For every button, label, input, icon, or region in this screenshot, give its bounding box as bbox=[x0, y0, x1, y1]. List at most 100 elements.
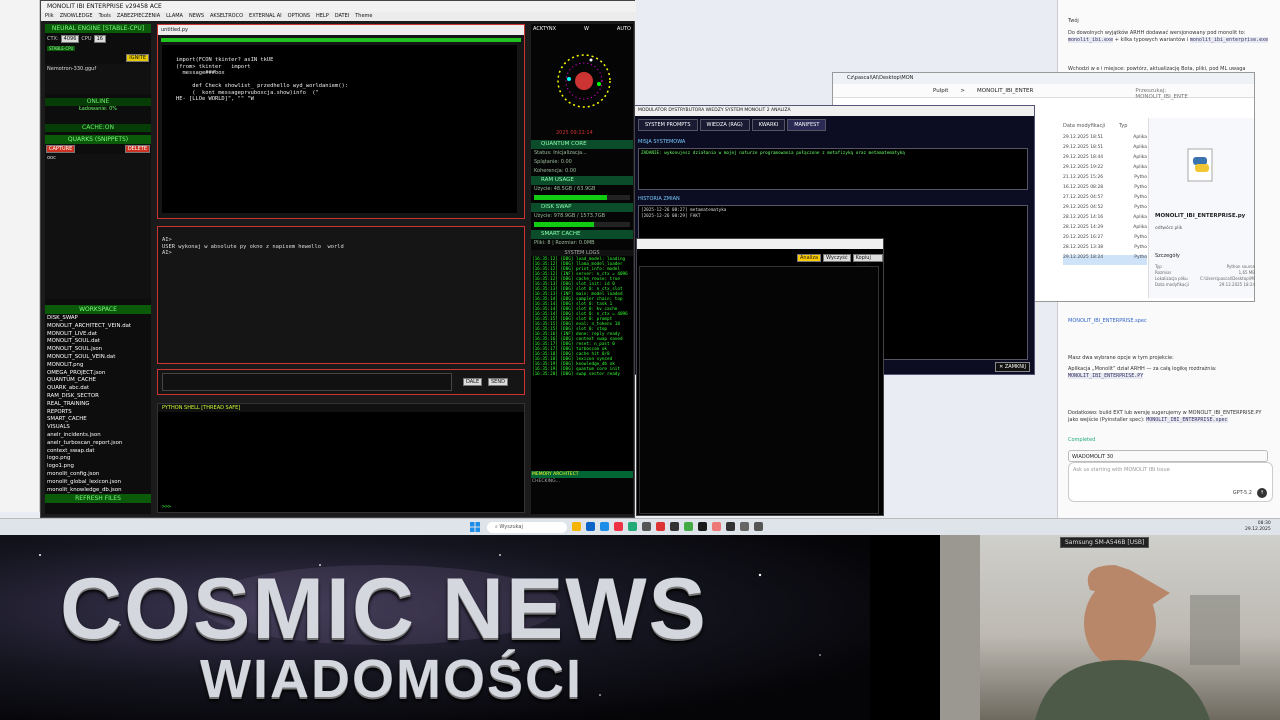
auto-toggle[interactable]: AUTO bbox=[617, 26, 631, 32]
workspace-file[interactable]: VISUALS bbox=[47, 424, 149, 432]
model-name[interactable]: Nemotron-330.gguf bbox=[45, 64, 151, 94]
file-row[interactable]: 20.12.2025 16:27 Pytho bbox=[1063, 235, 1147, 245]
tree-item[interactable] bbox=[0, 243, 39, 252]
tree-item[interactable] bbox=[0, 0, 39, 9]
workspace-file[interactable]: QUANTUM_CACHE bbox=[47, 377, 149, 385]
gpu-layers-input[interactable]: 16 bbox=[93, 35, 106, 43]
taskbar-app-icon[interactable] bbox=[586, 522, 595, 531]
taskbar-app-icon[interactable] bbox=[726, 522, 735, 531]
send-button[interactable]: SEND bbox=[488, 378, 508, 386]
send-arrow-icon[interactable]: ↑ bbox=[1257, 488, 1267, 498]
system-log[interactable]: [16:35:12] [DBG] load_model: loading [16… bbox=[531, 256, 633, 471]
workspace-file[interactable]: anelr_turboscan_report.json bbox=[47, 440, 149, 448]
workspace-file[interactable]: MONOLIT_SOUL.dat bbox=[47, 338, 149, 346]
tree-item[interactable] bbox=[0, 319, 39, 328]
tree-item[interactable] bbox=[0, 8, 39, 17]
tree-item[interactable] bbox=[0, 151, 39, 160]
tree-item[interactable] bbox=[0, 327, 39, 336]
tree-item[interactable] bbox=[0, 369, 39, 378]
dale-button[interactable]: DALE bbox=[463, 378, 483, 386]
tree-item[interactable] bbox=[0, 159, 39, 168]
file-row[interactable]: 29.12.2025 19:22 Aplika bbox=[1063, 165, 1147, 175]
tab-3[interactable]: MANIFEST bbox=[787, 119, 827, 131]
taskbar-app-icon[interactable] bbox=[712, 522, 721, 531]
w-field[interactable]: W bbox=[584, 26, 589, 32]
workspace-file[interactable]: context_swap.dat bbox=[47, 448, 149, 456]
workspace-file[interactable]: SMART_CACHE bbox=[47, 416, 149, 424]
taskbar-app-icon[interactable] bbox=[684, 522, 693, 531]
tree-item[interactable] bbox=[0, 386, 39, 395]
tree-item[interactable] bbox=[0, 25, 39, 34]
workspace-file[interactable]: logo.png bbox=[47, 455, 149, 463]
breadcrumb-desktop[interactable]: Pulpit bbox=[933, 88, 948, 94]
workspace-file[interactable]: MONOLIT.png bbox=[47, 362, 149, 370]
file-row[interactable]: 29.12.2025 04:52 Pytho bbox=[1063, 205, 1147, 215]
tree-item[interactable] bbox=[0, 302, 39, 311]
workspace-file[interactable]: OMEGA_PROJECT.json bbox=[47, 370, 149, 378]
tree-item[interactable] bbox=[0, 310, 39, 319]
taskbar-app-icon[interactable] bbox=[740, 522, 749, 531]
tree-item[interactable] bbox=[0, 185, 39, 193]
tree-item[interactable] bbox=[0, 218, 39, 227]
file-row[interactable]: 27.12.2025 04:57 Pytho bbox=[1063, 195, 1147, 205]
menu-item[interactable]: AKSELTROCO bbox=[210, 13, 243, 20]
menu-item[interactable]: ZABEZPIECZENIA bbox=[117, 13, 160, 20]
start-windows-icon[interactable] bbox=[470, 522, 480, 532]
taskbar-app-icon[interactable] bbox=[600, 522, 609, 531]
model-selector[interactable]: GPT-5.2 bbox=[1233, 490, 1252, 496]
tree-item[interactable] bbox=[0, 176, 39, 185]
workspace-file[interactable]: MONOLIT_LIVE.dat bbox=[47, 331, 149, 339]
tab-0[interactable]: SYSTEM PROMPTS bbox=[638, 119, 698, 131]
tree-item[interactable] bbox=[0, 67, 39, 76]
workspace-file[interactable]: MONOLIT_SOUL.json bbox=[47, 346, 149, 354]
file-row[interactable]: 28.12.2025 14:29 Aplika bbox=[1063, 225, 1147, 235]
tree-item[interactable] bbox=[0, 101, 39, 110]
tree-item[interactable] bbox=[0, 361, 39, 370]
workspace-file[interactable]: monolit_knowledge_db.json bbox=[47, 487, 149, 494]
tree-item[interactable] bbox=[0, 59, 39, 68]
tree-item[interactable] bbox=[0, 252, 39, 261]
close-button[interactable]: ✕ ZAMKNIJ bbox=[995, 362, 1030, 372]
editor-tab[interactable]: untitled.py bbox=[158, 25, 524, 35]
tree-item[interactable] bbox=[0, 478, 39, 487]
tree-item[interactable] bbox=[0, 193, 39, 202]
tree-item[interactable] bbox=[0, 126, 39, 135]
taskbar-app-icon[interactable] bbox=[614, 522, 623, 531]
menu-item[interactable]: LLAMA bbox=[166, 13, 183, 20]
tree-item[interactable] bbox=[0, 17, 39, 26]
tree-item[interactable] bbox=[0, 42, 39, 51]
tree-item[interactable] bbox=[0, 143, 39, 152]
tree-item[interactable] bbox=[0, 411, 39, 420]
tree-item[interactable] bbox=[0, 117, 39, 126]
tree-item[interactable] bbox=[0, 495, 39, 504]
workspace-file[interactable]: monolit_config.json bbox=[47, 471, 149, 479]
file-row[interactable]: 29.12.2025 18:51 Aplika bbox=[1063, 135, 1147, 145]
analysis-output[interactable] bbox=[639, 266, 879, 514]
taskbar-app-icon[interactable] bbox=[698, 522, 707, 531]
file-row[interactable]: 28.12.2025 13:38 Pytho bbox=[1063, 245, 1147, 255]
tree-item[interactable] bbox=[0, 210, 39, 219]
delete-button[interactable]: DELETE bbox=[124, 145, 150, 153]
col-date-header[interactable]: Data modyfikacji bbox=[1063, 123, 1105, 129]
chat-attachment[interactable]: WIADOMOLIT 30 bbox=[1068, 450, 1268, 462]
ignite-button[interactable]: IGNITE bbox=[126, 54, 149, 62]
activex-toggle[interactable]: ACKTYNX bbox=[533, 26, 556, 32]
tree-item[interactable] bbox=[0, 92, 39, 101]
file-row[interactable]: 28.12.2025 14:16 Aplika bbox=[1063, 215, 1147, 225]
tree-item[interactable] bbox=[0, 134, 39, 143]
workspace-file[interactable]: REAL_TRAINING bbox=[47, 401, 149, 409]
tree-item[interactable] bbox=[0, 84, 39, 93]
file-row[interactable]: 29.12.2025 18:24 Pytho bbox=[1063, 255, 1147, 265]
workspace-file[interactable]: MONOLIT_ARCHITECT_VEIN.dat bbox=[47, 323, 149, 331]
ctx-input[interactable]: 4096 bbox=[60, 35, 80, 43]
copy-report-button[interactable]: Kopiuj raport bbox=[852, 254, 883, 268]
tree-item[interactable] bbox=[0, 227, 39, 235]
menu-item[interactable]: Theme bbox=[355, 13, 372, 20]
tree-item[interactable] bbox=[0, 294, 39, 303]
tree-item[interactable] bbox=[0, 235, 39, 244]
taskbar-app-icon[interactable] bbox=[572, 522, 581, 531]
taskbar-app-icon[interactable] bbox=[628, 522, 637, 531]
taskbar-app-icon[interactable] bbox=[754, 522, 763, 531]
tree-item[interactable] bbox=[0, 470, 39, 479]
col-type-header[interactable]: Typ bbox=[1119, 123, 1127, 129]
